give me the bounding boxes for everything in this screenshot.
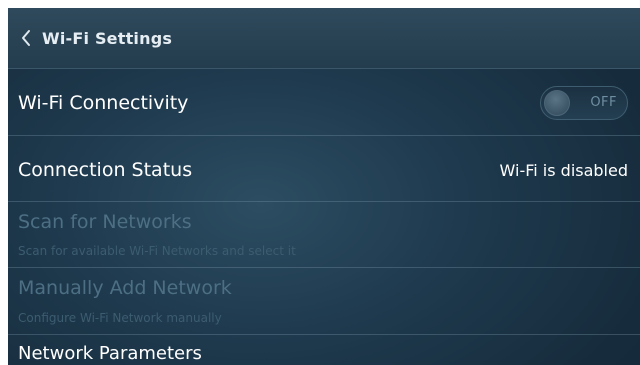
wifi-toggle[interactable]: OFF (540, 86, 628, 120)
header-bar: Wi-Fi Settings (8, 8, 640, 69)
wifi-settings-screen: Wi-Fi Settings Wi-Fi Connectivity OFF Co… (8, 8, 640, 365)
scan-networks-label: Scan for Networks (18, 211, 192, 233)
scan-networks-sublabel: Scan for available Wi-Fi Networks and se… (18, 244, 296, 258)
chevron-left-icon (22, 30, 30, 46)
network-parameters-row[interactable]: Network Parameters (8, 335, 640, 365)
page-title: Wi-Fi Settings (42, 28, 173, 48)
toggle-state-text: OFF (590, 95, 617, 110)
connection-status-value: Wi-Fi is disabled (499, 161, 628, 180)
manual-add-network-sublabel: Configure Wi-Fi Network manually (18, 311, 222, 325)
network-parameters-label: Network Parameters (18, 343, 202, 364)
manual-add-network-row[interactable]: Manually Add Network Configure Wi-Fi Net… (8, 268, 640, 335)
connection-status-label: Connection Status (18, 159, 193, 181)
back-button[interactable] (8, 8, 32, 68)
wifi-connectivity-row: Wi-Fi Connectivity OFF (8, 69, 640, 136)
wifi-connectivity-label: Wi-Fi Connectivity (18, 92, 189, 114)
scan-networks-row[interactable]: Scan for Networks Scan for available Wi-… (8, 202, 640, 268)
connection-status-row: Connection Status Wi-Fi is disabled (8, 136, 640, 202)
manual-add-network-label: Manually Add Network (18, 277, 232, 299)
toggle-knob (544, 90, 570, 116)
